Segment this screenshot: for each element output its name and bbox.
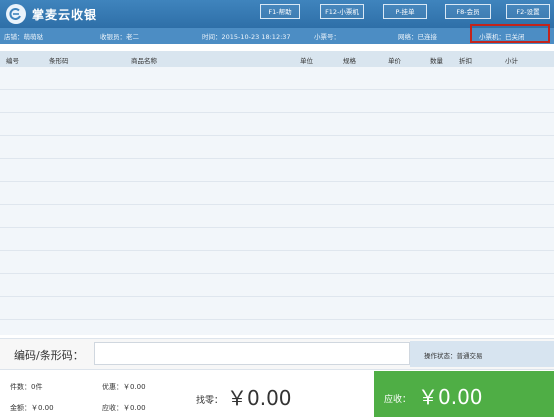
receivable-label: 应收： [384,395,412,405]
table-row [0,112,554,113]
table-row [0,319,554,320]
settings-button[interactable]: F2-设置 [506,4,550,19]
barcode-label: 编码/条形码： [14,349,84,362]
column-header: 单价 [388,57,401,65]
table-row [0,135,554,136]
item-count: 件数：0件 [10,383,43,391]
operation-status: 操作状态：普通交易 [424,352,483,360]
operation-status-panel: 操作状态：普通交易 [410,341,554,367]
column-header: 折扣 [459,57,472,65]
current-time: 时间：2015-10-23 18:12:37 [202,33,291,41]
column-header: 商品名称 [131,57,157,65]
receipt-number: 小票号： [314,33,340,41]
table-row [0,250,554,251]
column-header: 条形码 [49,57,69,65]
table-row [0,181,554,182]
table-row [0,204,554,205]
table-header: 编号 条形码 商品名称 单位 规格 单价 数量 折扣 小计 [0,51,554,67]
pos-window: 掌麦云收银 F1-帮助 F12-小票机 P-挂单 F8-会员 F2-设置 店铺：… [0,0,554,417]
column-header: 规格 [343,57,356,65]
column-header: 数量 [430,57,443,65]
hold-order-button[interactable]: P-挂单 [383,4,427,19]
amount-value: 金额：￥0.00 [10,404,54,412]
change-value: ￥0.00 [227,386,292,410]
member-button[interactable]: F8-会员 [445,4,491,19]
receivable-value: ￥0.00 [418,385,483,409]
store-name: 店铺：萌萌哒 [4,33,43,41]
discount-value: 优惠：￥0.00 [102,383,146,391]
product-table[interactable] [0,67,554,335]
receivable-panel: 应收： ￥0.00 [374,371,554,417]
network-status: 网络：已连接 [398,33,437,41]
printer-button[interactable]: F12-小票机 [320,4,364,19]
barcode-input[interactable] [94,342,410,365]
table-row [0,227,554,228]
app-title: 掌麦云收银 [32,8,98,22]
printer-status-highlight [470,24,550,43]
receivable-small-value: 应收：￥0.00 [102,404,146,412]
table-row [0,89,554,90]
table-row [0,296,554,297]
table-row [0,273,554,274]
column-header: 小计 [505,57,518,65]
table-row [0,158,554,159]
change-label: 找零： [196,396,224,406]
column-header: 单位 [300,57,313,65]
logo-icon [6,4,26,24]
barcode-input-row: 编码/条形码： 操作状态：普通交易 [0,338,554,369]
help-button[interactable]: F1-帮助 [260,4,300,19]
column-header: 编号 [6,57,19,65]
cashier-name: 收银员：老二 [100,33,139,41]
